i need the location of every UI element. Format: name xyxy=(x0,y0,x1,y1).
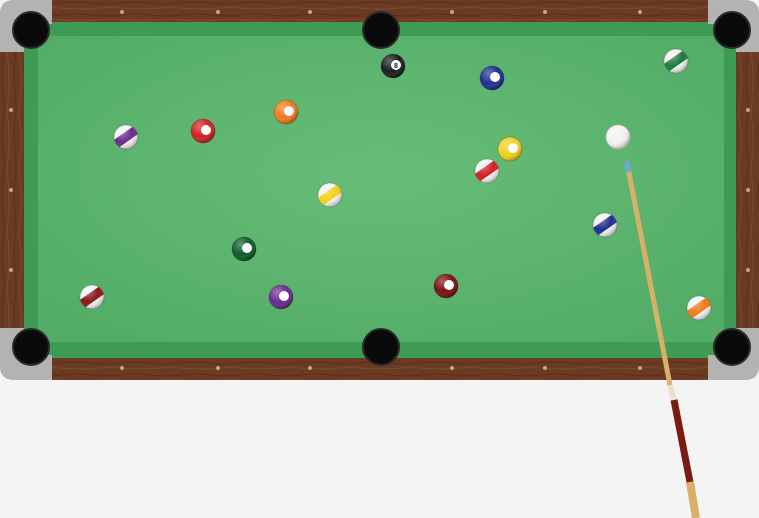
ball-1[interactable] xyxy=(497,136,523,162)
ball-9[interactable] xyxy=(317,182,343,208)
billiards-scene: 8 xyxy=(0,0,759,518)
pocket-bottom-left xyxy=(12,328,50,366)
ball-10[interactable] xyxy=(592,212,618,238)
pocket-bottom-right xyxy=(713,328,751,366)
ball-8[interactable]: 8 xyxy=(380,53,406,79)
ball-6[interactable] xyxy=(231,236,257,262)
ball-3[interactable] xyxy=(190,118,216,144)
ball-13[interactable] xyxy=(686,295,712,321)
table xyxy=(0,0,759,380)
pocket-top-left xyxy=(12,11,50,49)
ball-number-label: 8 xyxy=(394,63,398,70)
ball-12[interactable] xyxy=(113,124,139,150)
cue-ball[interactable] xyxy=(605,124,631,150)
cue-butt xyxy=(670,399,694,483)
pocket-bottom-middle xyxy=(362,328,400,366)
ball-2[interactable] xyxy=(479,65,505,91)
pocket-top-middle xyxy=(362,11,400,49)
felt xyxy=(38,36,724,342)
ball-7[interactable] xyxy=(433,273,459,299)
cue-tip xyxy=(624,160,631,173)
ball-14[interactable] xyxy=(663,48,689,74)
cue-joint xyxy=(667,384,677,401)
ball-15[interactable] xyxy=(79,284,105,310)
ball-5[interactable] xyxy=(273,99,299,125)
pocket-top-right xyxy=(713,11,751,49)
ball-4[interactable] xyxy=(268,284,294,310)
ball-11[interactable] xyxy=(474,158,500,184)
cue-wrap xyxy=(686,481,700,518)
